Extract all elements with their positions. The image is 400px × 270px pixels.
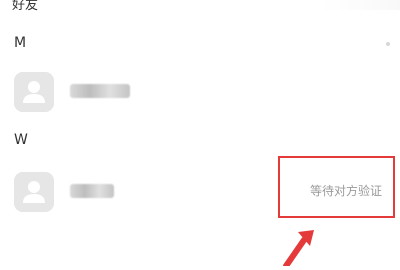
annotation-highlight-box — [278, 156, 395, 218]
index-dot — [386, 42, 390, 46]
section-letter-m: M — [14, 35, 27, 51]
contact-name-redacted — [70, 184, 114, 198]
contact-name-redacted — [70, 84, 130, 98]
red-arrow-icon — [272, 226, 322, 270]
default-avatar-icon — [14, 72, 54, 112]
friends-header: 好友 — [12, 0, 39, 13]
contact-row[interactable] — [0, 64, 400, 118]
section-letter-w: W — [14, 132, 28, 148]
header-decoration — [320, 0, 400, 10]
default-avatar-icon — [14, 172, 54, 212]
